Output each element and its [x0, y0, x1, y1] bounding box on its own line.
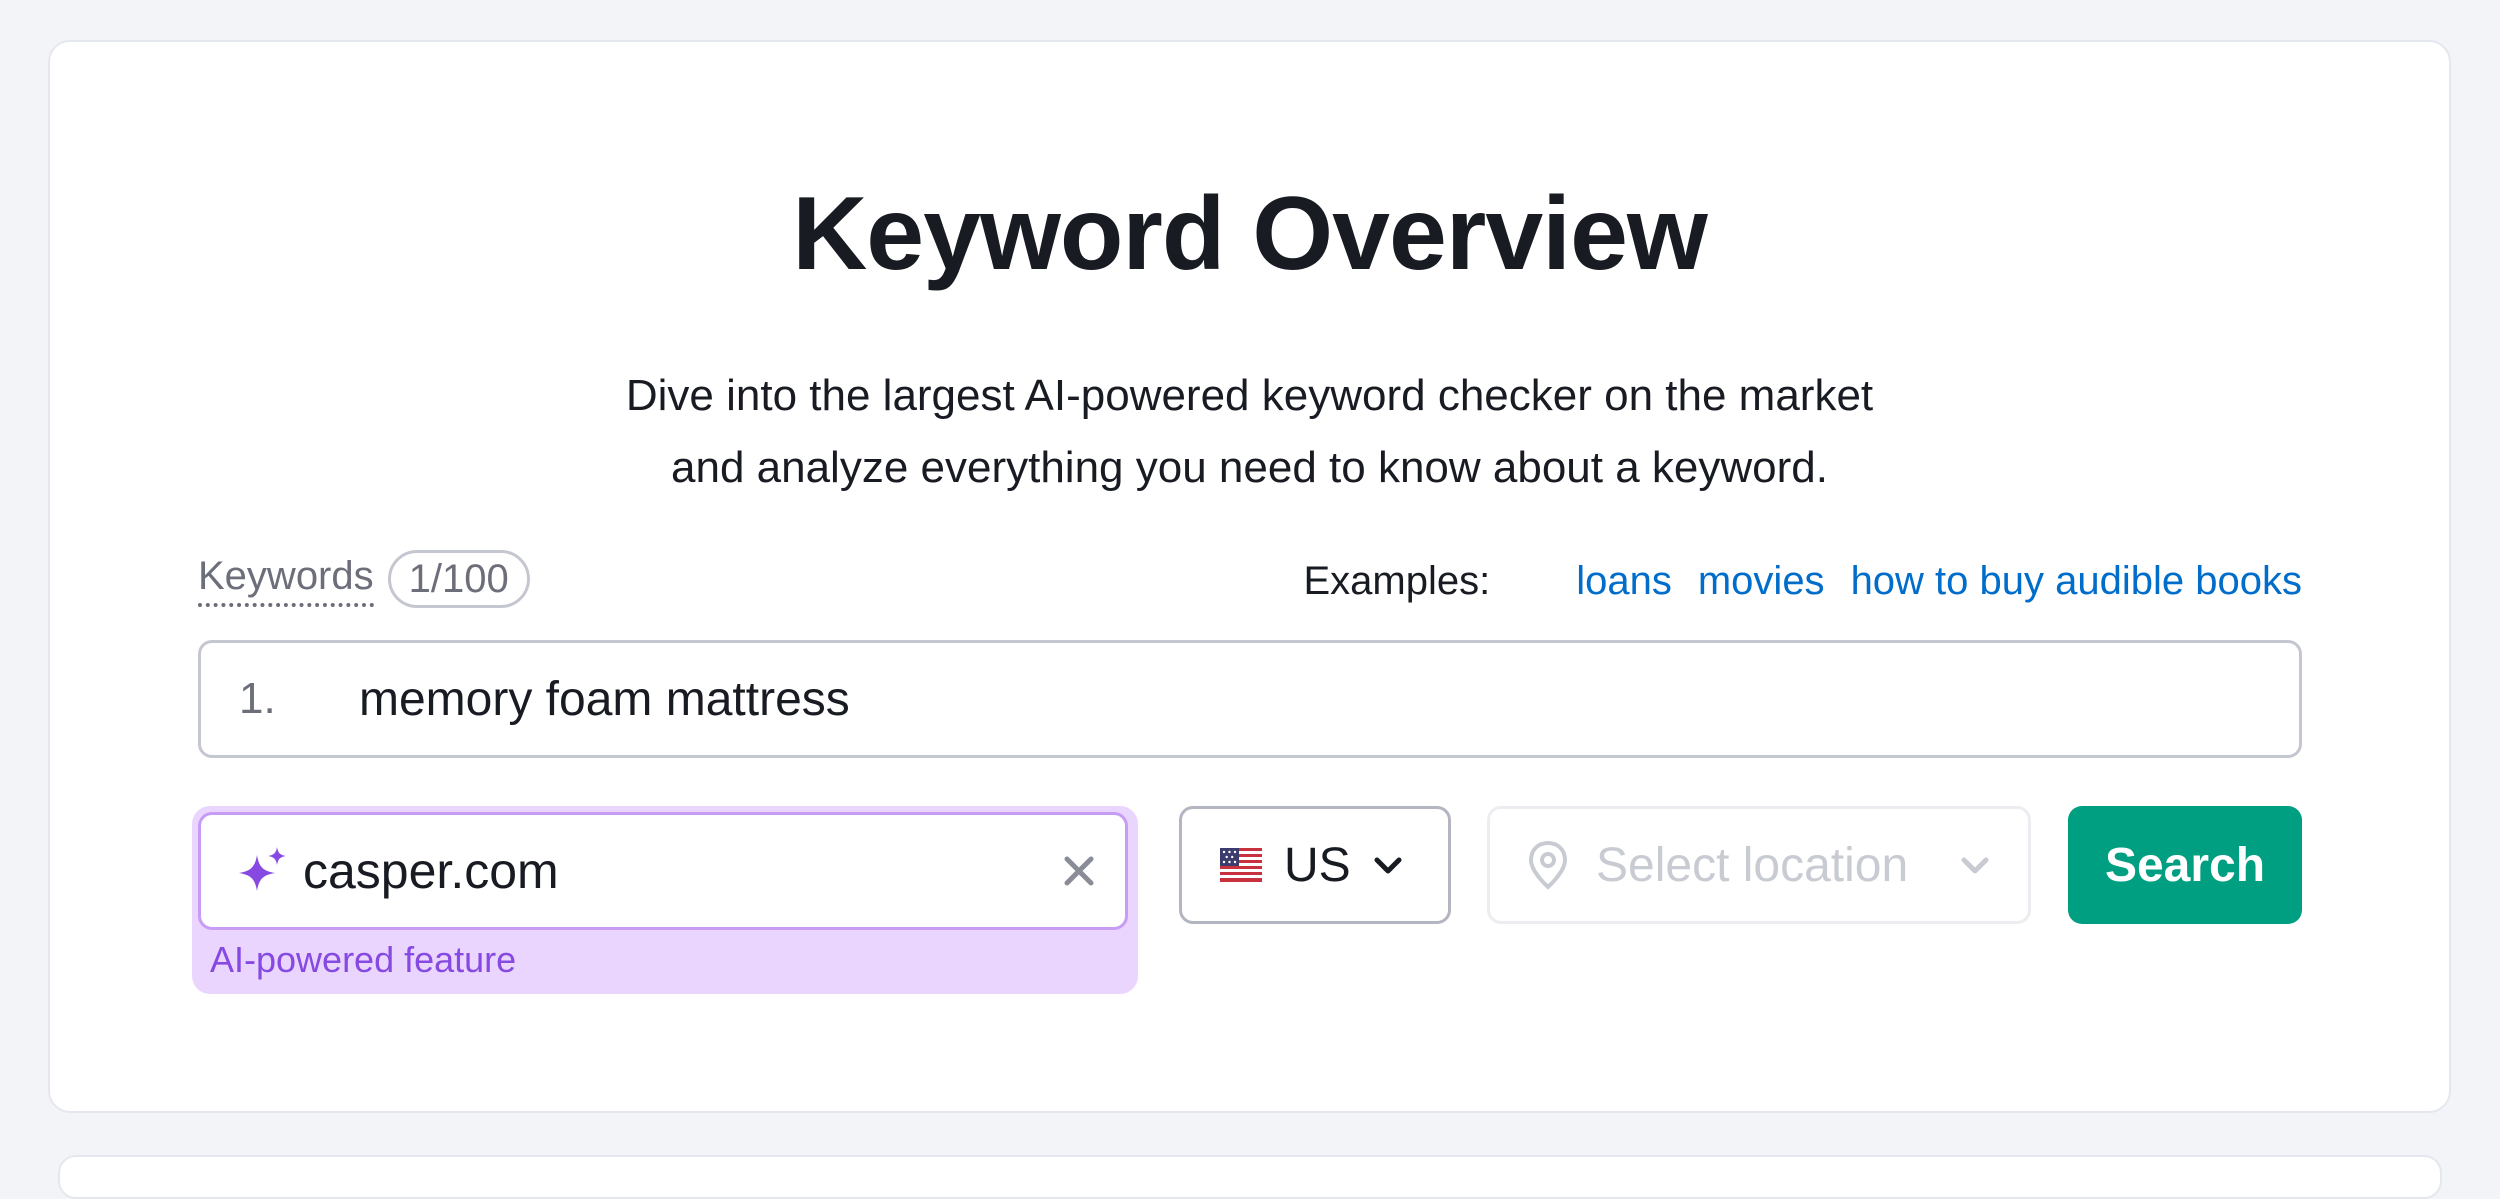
example-link-movies[interactable]: movies	[1698, 556, 1825, 606]
sparkle-icon	[239, 847, 287, 895]
chevron-down-icon	[1371, 848, 1405, 882]
keyword-row-value[interactable]: memory foam mattress	[359, 672, 850, 727]
close-icon[interactable]	[1059, 851, 1099, 891]
subtitle-line-2: and analyze everything you need to know …	[671, 443, 1828, 492]
us-flag-icon	[1220, 848, 1262, 882]
location-placeholder: Select location	[1596, 838, 1909, 892]
ai-domain-panel: casper.com AI-powered feature	[192, 806, 1138, 994]
page-subtitle: Dive into the largest AI-powered keyword…	[50, 360, 2449, 504]
page-title: Keyword Overview	[792, 176, 1708, 292]
keywords-label[interactable]: Keywords	[198, 551, 374, 607]
keyword-row-number: 1.	[239, 674, 276, 723]
chevron-down-icon	[1958, 848, 1992, 882]
search-button[interactable]: Search	[2068, 806, 2302, 924]
database-select[interactable]: US	[1179, 806, 1451, 924]
subtitle-line-1: Dive into the largest AI-powered keyword…	[625, 371, 1874, 420]
examples-row: Examples: loans movies how to buy audibl…	[1303, 556, 2302, 606]
ai-feature-caption: AI-powered feature	[210, 939, 517, 980]
domain-input[interactable]: casper.com	[198, 812, 1128, 930]
keywords-label-row: Keywords 1/100	[198, 550, 530, 608]
database-value: US	[1284, 838, 1351, 892]
examples-label: Examples:	[1303, 559, 1491, 603]
example-link-audible-books[interactable]: how to buy audible books	[1851, 556, 2302, 606]
domain-value[interactable]: casper.com	[303, 842, 1059, 900]
location-select[interactable]: Select location	[1487, 806, 2031, 924]
location-pin-icon	[1526, 840, 1570, 890]
keywords-input[interactable]: 1. memory foam mattress	[198, 640, 2302, 758]
example-link-loans[interactable]: loans	[1576, 556, 1672, 606]
keywords-counter-badge: 1/100	[387, 550, 530, 608]
